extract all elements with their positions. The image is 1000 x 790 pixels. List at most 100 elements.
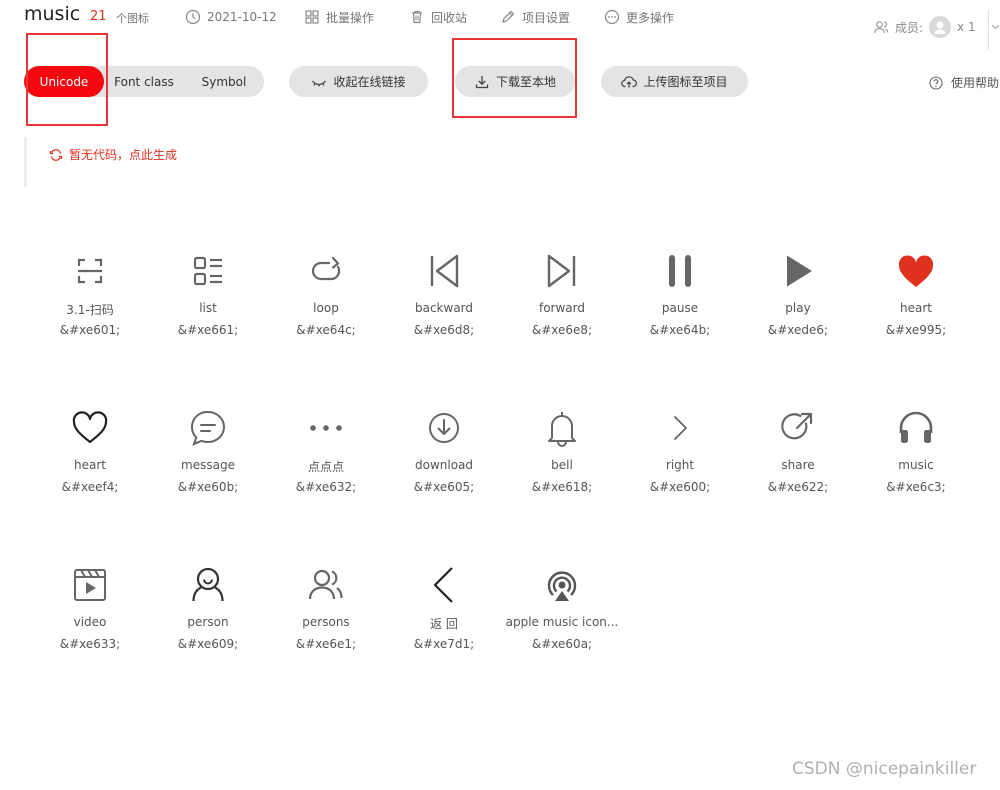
icon-item[interactable]: message &#xe60b; <box>149 409 267 559</box>
upload-icon-label: 上传图标至项目 <box>643 75 728 89</box>
icon-item[interactable]: forward &#xe6e8; <box>503 252 621 402</box>
edit-icon <box>502 10 515 23</box>
icon-item[interactable]: persons &#xe6e1; <box>267 566 385 716</box>
icon-name: message <box>181 458 235 472</box>
icon-name: person <box>187 615 229 629</box>
list-icon <box>193 256 222 286</box>
icon-name: heart <box>74 458 106 472</box>
icon-name: play <box>785 301 811 315</box>
icon-item[interactable]: apple music icon... &#xe60a; <box>503 566 621 716</box>
bell-icon <box>548 412 576 447</box>
trash-button[interactable]: 回收站 <box>409 7 467 27</box>
icon-name: share <box>781 458 815 472</box>
icon-item[interactable]: right &#xe600; <box>621 409 739 559</box>
icon-item[interactable]: list &#xe661; <box>149 252 267 402</box>
scan-icon <box>77 258 103 284</box>
persons-icon <box>308 569 343 600</box>
back-icon <box>433 567 453 603</box>
grid-icon <box>305 10 319 24</box>
icon-name: persons <box>302 615 350 629</box>
download-icon <box>475 75 489 88</box>
cloud-upload-icon <box>621 75 638 87</box>
pause-icon <box>669 255 691 287</box>
more-actions-label: 更多操作 <box>626 10 675 25</box>
icon-code: &#xe64b; <box>649 323 711 337</box>
icon-code: &#xe60a; <box>531 637 593 651</box>
loop-icon <box>311 256 341 281</box>
project-settings-button[interactable]: 项目设置 <box>500 7 570 27</box>
icon-count-label: 个图标 <box>116 12 149 25</box>
project-title: music <box>24 3 81 25</box>
icon-name: 点点点 <box>307 460 344 474</box>
icon-name: heart <box>900 301 932 315</box>
icon-name: download <box>414 458 474 472</box>
generate-code-link[interactable]: 暂无代码，点此生成 <box>49 146 177 163</box>
icon-item[interactable]: heart &#xe995; <box>857 252 975 402</box>
collapse-online-link-button[interactable]: 收起在线链接 <box>289 66 428 97</box>
header-divider <box>988 10 989 50</box>
icon-code: &#xe6c3; <box>886 480 946 494</box>
chevron-right-icon <box>674 416 687 440</box>
code-notice: 暂无代码，点此生成 <box>24 137 247 187</box>
date-text: 2021-10-12 <box>207 10 277 24</box>
tab-symbol[interactable]: Symbol <box>184 66 264 97</box>
icon-item[interactable]: person &#xe609; <box>149 566 267 716</box>
icon-count: 21 <box>90 9 107 24</box>
user-avatar-icon <box>934 21 947 34</box>
batch-operation-button[interactable]: 批量操作 <box>304 7 374 27</box>
icon-item[interactable]: 3.1-扫码 &#xe601; <box>31 252 149 402</box>
icon-code: &#xe609; <box>177 637 239 651</box>
tab-font-class[interactable]: Font class <box>106 66 182 97</box>
members-icon <box>873 21 889 34</box>
headphones-icon <box>899 411 933 443</box>
icon-name: forward <box>538 301 585 315</box>
members-label: 成员: <box>895 20 924 35</box>
icon-name: right <box>665 458 695 472</box>
icon-name: bell <box>551 458 573 472</box>
icon-item[interactable]: loop &#xe64c; <box>267 252 385 402</box>
upload-icon-button[interactable]: 上传图标至项目 <box>601 66 748 97</box>
icon-item[interactable]: play &#xede6; <box>739 252 857 402</box>
clock-icon <box>185 9 201 25</box>
icon-name: list <box>199 301 217 315</box>
person-icon <box>192 567 224 602</box>
backward-icon <box>430 254 459 288</box>
icon-code: &#xe60b; <box>177 480 239 494</box>
avatar[interactable] <box>929 16 952 38</box>
icon-code: &#xede6; <box>767 323 829 337</box>
trash-label: 回收站 <box>431 10 468 25</box>
icon-item[interactable]: 点点点 &#xe632; <box>267 409 385 559</box>
more-actions-button[interactable]: 更多操作 <box>604 7 674 27</box>
icon-item[interactable]: music &#xe6c3; <box>857 409 975 559</box>
icon-code: &#xe64c; <box>296 323 356 337</box>
icon-code: &#xe622; <box>767 480 829 494</box>
airplay-icon <box>547 571 577 601</box>
icon-item[interactable]: download &#xe605; <box>385 409 503 559</box>
batch-operation-label: 批量操作 <box>326 10 375 25</box>
icon-item[interactable]: 返 回 &#xe7d1; <box>385 566 503 716</box>
caret-down-icon[interactable] <box>991 24 1000 30</box>
icon-name: pause <box>661 301 699 315</box>
members-info[interactable]: 成员: x 1 <box>873 16 976 38</box>
icon-item[interactable]: heart &#xeef4; <box>31 409 149 559</box>
icon-item[interactable]: bell &#xe618; <box>503 409 621 559</box>
heart-filled-icon <box>898 255 934 287</box>
download-local-button[interactable]: 下载至本地 <box>455 66 575 97</box>
icon-item[interactable]: video &#xe633; <box>31 566 149 716</box>
icon-item[interactable]: backward &#xe6d8; <box>385 252 503 402</box>
download-circle-icon <box>429 413 459 443</box>
help-label: 使用帮助 <box>951 76 1000 90</box>
eye-closed-icon <box>312 80 327 86</box>
icon-name: video <box>73 615 107 629</box>
icon-code: &#xe995; <box>885 323 947 337</box>
message-icon <box>190 410 225 446</box>
forward-icon <box>547 254 576 288</box>
icon-item[interactable]: pause &#xe64b; <box>621 252 739 402</box>
more-circle-icon <box>604 9 620 25</box>
icon-item[interactable]: share &#xe622; <box>739 409 857 559</box>
help-link[interactable]: 使用帮助 <box>929 74 999 91</box>
members-count: x 1 <box>957 20 976 34</box>
icon-code: &#xe6e8; <box>531 323 593 337</box>
icon-name: 返 回 <box>430 617 458 631</box>
tab-unicode[interactable]: Unicode <box>24 66 104 97</box>
